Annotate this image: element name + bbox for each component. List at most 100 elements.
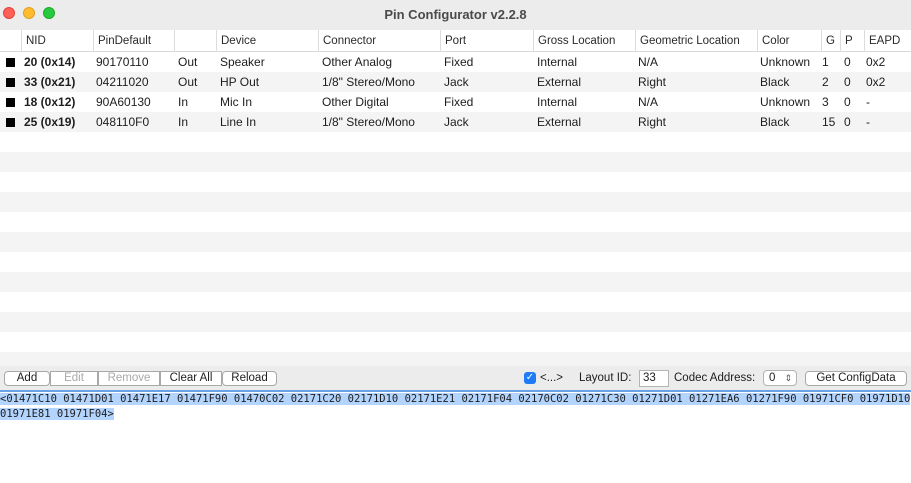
empty-row [0, 232, 911, 252]
minimize-window-button[interactable] [23, 7, 35, 19]
cell-port: Jack [444, 75, 469, 89]
empty-row [0, 332, 911, 352]
cell-color: Unknown [760, 95, 811, 109]
column-header-device[interactable]: Device [216, 30, 318, 52]
cell-pindefault: 90A60130 [96, 95, 151, 109]
cell-direction: In [178, 95, 189, 109]
cell-direction: Out [178, 75, 198, 89]
cell-nid: 33 (0x21) [24, 75, 76, 89]
window-controls [3, 7, 55, 19]
checkbox[interactable]: ✓ [524, 372, 536, 384]
config-line: <01471C10 01471D01 01471E17 01471F90 014… [0, 392, 911, 407]
cell-nid: 20 (0x14) [24, 55, 76, 69]
column-header-direction[interactable] [174, 30, 216, 52]
config-line: 01971E81 01971F04> [0, 407, 911, 422]
column-header-geometric-location[interactable]: Geometric Location [635, 30, 757, 52]
cell-connector: 1/8" Stereo/Mono [322, 115, 415, 129]
cell-connector: 1/8" Stereo/Mono [322, 75, 415, 89]
cell-geometric-location: N/A [638, 55, 659, 69]
empty-row [0, 152, 911, 172]
cell-color: Black [760, 115, 790, 129]
stepper-arrows-icon: ⇕ [784, 373, 792, 383]
cell-direction: In [178, 115, 189, 129]
cell-eapd: - [866, 95, 870, 109]
config-data-textarea[interactable]: <01471C10 01471D01 01471E17 01471F90 014… [0, 390, 911, 483]
empty-row [0, 272, 911, 292]
column-header-gross-location[interactable]: Gross Location [533, 30, 635, 52]
cell-gross-location: External [537, 75, 582, 89]
cell-device: HP Out [220, 75, 260, 89]
cell-direction: Out [178, 55, 198, 69]
get-configdata-button[interactable]: Get ConfigData [805, 371, 907, 386]
empty-row [0, 312, 911, 332]
table-header: NID PinDefault Device Connector Port Gro… [0, 30, 911, 52]
cell-eapd: - [866, 115, 870, 129]
color-swatch [6, 58, 15, 67]
empty-row [0, 172, 911, 192]
cell-gross-location: Internal [537, 95, 578, 109]
codec-address-select[interactable]: 0 ⇕ [763, 370, 797, 386]
cell-device: Speaker [220, 55, 265, 69]
table-row[interactable]: 25 (0x19) 048110F0 In Line In 1/8" Stere… [0, 112, 911, 132]
cell-p: 0 [844, 95, 851, 109]
cell-nid: 18 (0x12) [24, 95, 76, 109]
cell-p: 0 [844, 115, 851, 129]
column-header-eapd[interactable]: EAPD [864, 30, 911, 52]
codec-address-label: Codec Address: [674, 372, 756, 384]
color-swatch [6, 118, 15, 127]
table-row[interactable]: 20 (0x14) 90170110 Out Speaker Other Ana… [0, 52, 911, 72]
column-header-p[interactable]: P [840, 30, 864, 52]
window-title: Pin Configurator v2.2.8 [384, 6, 527, 22]
cell-color: Black [760, 75, 790, 89]
pin-table[interactable]: NID PinDefault Device Connector Port Gro… [0, 30, 911, 366]
cell-device: Line In [220, 115, 257, 129]
cell-pindefault: 90170110 [96, 55, 149, 69]
cell-p: 0 [844, 75, 851, 89]
remove-button[interactable]: Remove [98, 371, 160, 386]
title-bar: Pin Configurator v2.2.8 [0, 0, 911, 28]
column-header-g[interactable]: G [821, 30, 840, 52]
empty-row [0, 292, 911, 312]
edit-button[interactable]: Edit [50, 371, 98, 386]
cell-device: Mic In [220, 95, 253, 109]
cell-g: 2 [822, 75, 829, 89]
checkmark-icon: ✓ [525, 372, 535, 383]
add-button[interactable]: Add [4, 371, 50, 386]
cell-eapd: 0x2 [866, 55, 886, 69]
column-header-pindefault[interactable]: PinDefault [93, 30, 174, 52]
column-header-color[interactable]: Color [757, 30, 821, 52]
cell-nid: 25 (0x19) [24, 115, 76, 129]
empty-row [0, 252, 911, 272]
color-swatch [6, 78, 15, 87]
cell-connector: Other Digital [322, 95, 389, 109]
config-text: <01471C10 01471D01 01471E17 01471F90 014… [0, 393, 911, 405]
color-swatch [6, 98, 15, 107]
table-row[interactable]: 18 (0x12) 90A60130 In Mic In Other Digit… [0, 92, 911, 112]
clear-all-button[interactable]: Clear All [160, 371, 222, 386]
cell-eapd: 0x2 [866, 75, 886, 89]
bottom-toolbar: Add Edit Remove Clear All Reload ✓ <...>… [0, 367, 911, 389]
cell-geometric-location: Right [638, 75, 667, 89]
config-text: 01971E81 01971F04> [0, 408, 114, 420]
empty-row [0, 352, 911, 366]
layout-id-field[interactable]: 33 [639, 370, 669, 387]
empty-row [0, 132, 911, 152]
cell-p: 0 [844, 55, 851, 69]
cell-pindefault: 04211020 [96, 75, 149, 89]
table-row[interactable]: 33 (0x21) 04211020 Out HP Out 1/8" Stere… [0, 72, 911, 92]
reload-button[interactable]: Reload [222, 371, 277, 386]
checkbox-label: <...> [540, 372, 564, 384]
cell-geometric-location: Right [638, 115, 667, 129]
column-header-connector[interactable]: Connector [318, 30, 440, 52]
layout-id-label: Layout ID: [579, 372, 632, 384]
empty-row [0, 212, 911, 232]
cell-connector: Other Analog [322, 55, 393, 69]
empty-row [0, 192, 911, 212]
codec-address-value: 0 [769, 372, 776, 384]
cell-port: Fixed [444, 55, 474, 69]
zoom-window-button[interactable] [43, 7, 55, 19]
cell-g: 3 [822, 95, 829, 109]
column-header-nid[interactable]: NID [21, 30, 93, 52]
column-header-port[interactable]: Port [440, 30, 533, 52]
close-window-button[interactable] [3, 7, 15, 19]
